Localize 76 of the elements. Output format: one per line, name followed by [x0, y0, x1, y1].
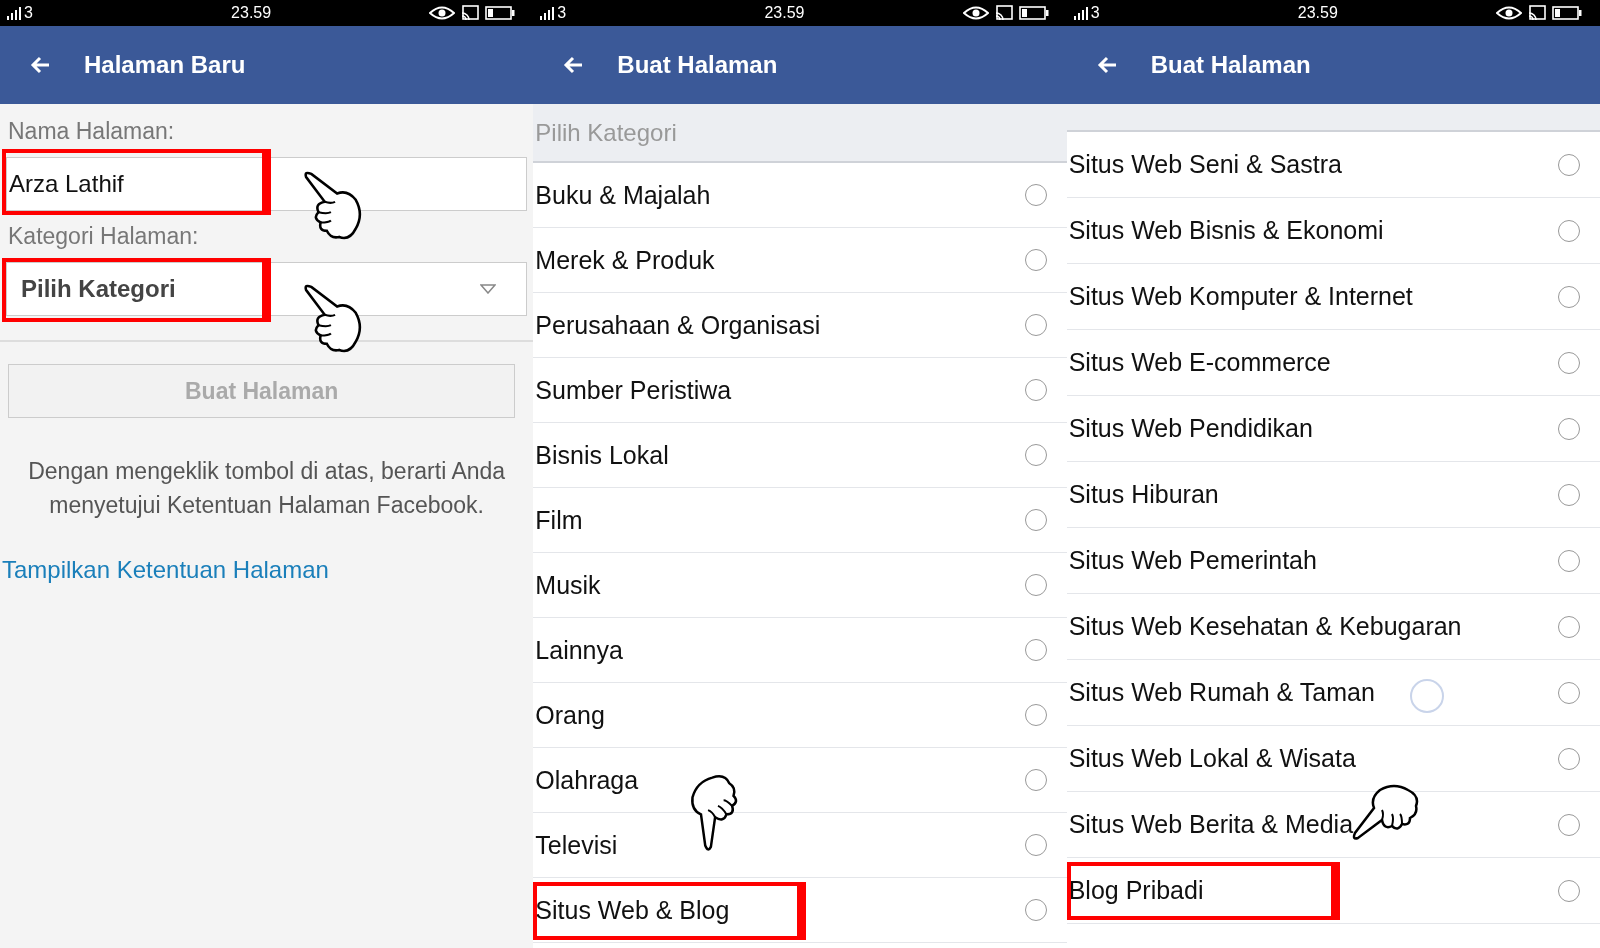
category-option[interactable]: Situs Web Komputer & Internet — [1066, 264, 1600, 330]
radio-button[interactable] — [1558, 285, 1580, 308]
category-option[interactable]: Orang — [533, 683, 1067, 748]
radio-button[interactable] — [1558, 153, 1580, 176]
field-label: Kategori Halaman: — [7, 223, 200, 250]
radio-button[interactable] — [1558, 417, 1580, 440]
category-option[interactable]: Situs Web & Blog — [533, 878, 1067, 943]
radio-button[interactable] — [1024, 249, 1047, 271]
radio-button[interactable] — [1024, 574, 1047, 596]
radio-button[interactable] — [1024, 444, 1047, 466]
network-text: 3 — [1090, 4, 1100, 22]
page-name-field[interactable]: Arza Lathif — [6, 157, 528, 211]
eye-icon — [1496, 6, 1522, 20]
network-text: 3 — [24, 4, 33, 22]
radio-button[interactable] — [1024, 704, 1047, 726]
category-option[interactable]: Bisnis Lokal — [533, 423, 1067, 488]
battery-icon — [485, 6, 516, 20]
category-option[interactable]: Merek & Produk — [533, 228, 1067, 293]
category-option[interactable]: Buku & Majalah — [533, 163, 1067, 228]
cast-icon — [994, 5, 1013, 21]
clock-text: 23.59 — [1297, 4, 1338, 22]
category-option[interactable]: Film — [533, 488, 1067, 553]
back-arrow-icon[interactable] — [563, 56, 584, 74]
category-option[interactable]: Lainnya — [533, 618, 1067, 683]
back-arrow-icon[interactable] — [30, 56, 50, 74]
category-option[interactable]: Situs Web Rumah & Taman — [1066, 660, 1600, 726]
category-option[interactable]: Situs Web Bisnis & Ekonomi — [1066, 198, 1600, 264]
terms-text: Dengan mengeklik tombol di atas, berarti Anda menyetujui Ketentuan Halaman Facebook. — [27, 457, 507, 520]
radio-button[interactable] — [1558, 549, 1580, 572]
radio-button[interactable] — [1558, 483, 1580, 506]
category-option[interactable]: Situs Web Pendidikan — [1066, 396, 1600, 462]
radio-button[interactable] — [1558, 813, 1580, 836]
radio-button[interactable] — [1558, 747, 1580, 770]
dropdown-caret-icon — [480, 284, 497, 294]
field-label: Nama Halaman: — [7, 118, 176, 145]
signal-icon — [539, 6, 556, 20]
signal-icon — [6, 6, 22, 20]
radio-button[interactable] — [1558, 615, 1580, 638]
radio-button[interactable] — [1024, 379, 1047, 401]
category-option[interactable]: Musik — [533, 553, 1067, 618]
radio-button[interactable] — [1558, 351, 1580, 374]
category-option[interactable]: Blog Pribadi — [1066, 858, 1600, 924]
radio-button[interactable] — [1024, 509, 1047, 531]
clock-text: 23.59 — [764, 4, 805, 22]
category-option[interactable]: Situs Web E-commerce — [1066, 330, 1600, 396]
back-arrow-icon[interactable] — [1096, 56, 1117, 74]
eye-icon — [429, 6, 456, 20]
battery-icon — [1018, 6, 1049, 20]
screen-title: Buat Halaman — [1150, 51, 1311, 79]
category-option[interactable]: Situs Web Pemerintah — [1066, 528, 1600, 594]
radio-button[interactable] — [1024, 899, 1047, 921]
radio-button[interactable] — [1024, 769, 1047, 791]
category-option[interactable]: Situs Web Seni & Sastra — [1066, 130, 1600, 198]
battery-icon — [1552, 6, 1582, 20]
network-text: 3 — [557, 4, 567, 22]
screen-title: Halaman Baru — [84, 51, 246, 79]
radio-button[interactable] — [1024, 184, 1047, 206]
cast-icon — [461, 5, 480, 21]
category-dropdown[interactable]: Pilih Kategori — [6, 262, 528, 316]
clock-text: 23.59 — [231, 4, 272, 22]
radio-button[interactable] — [1558, 681, 1580, 704]
eye-icon — [962, 6, 989, 20]
category-option[interactable]: Sumber Peristiwa — [533, 358, 1067, 423]
radio-button[interactable] — [1024, 314, 1047, 336]
category-option[interactable]: Perusahaan & Organisasi — [533, 293, 1067, 358]
screen-title: Buat Halaman — [617, 51, 778, 79]
category-option[interactable]: Situs Web Kesehatan & Kebugaran — [1066, 594, 1600, 660]
radio-button[interactable] — [1024, 639, 1047, 661]
radio-button[interactable] — [1558, 219, 1580, 242]
radio-button[interactable] — [1558, 879, 1580, 902]
radio-button[interactable] — [1024, 834, 1047, 856]
cast-icon — [1528, 5, 1546, 21]
terms-link[interactable]: Tampilkan Ketentuan Halaman — [0, 556, 329, 584]
category-option[interactable]: Situs Hiburan — [1066, 462, 1600, 528]
signal-icon — [1072, 6, 1089, 20]
list-header: Pilih Kategori — [533, 104, 1067, 163]
